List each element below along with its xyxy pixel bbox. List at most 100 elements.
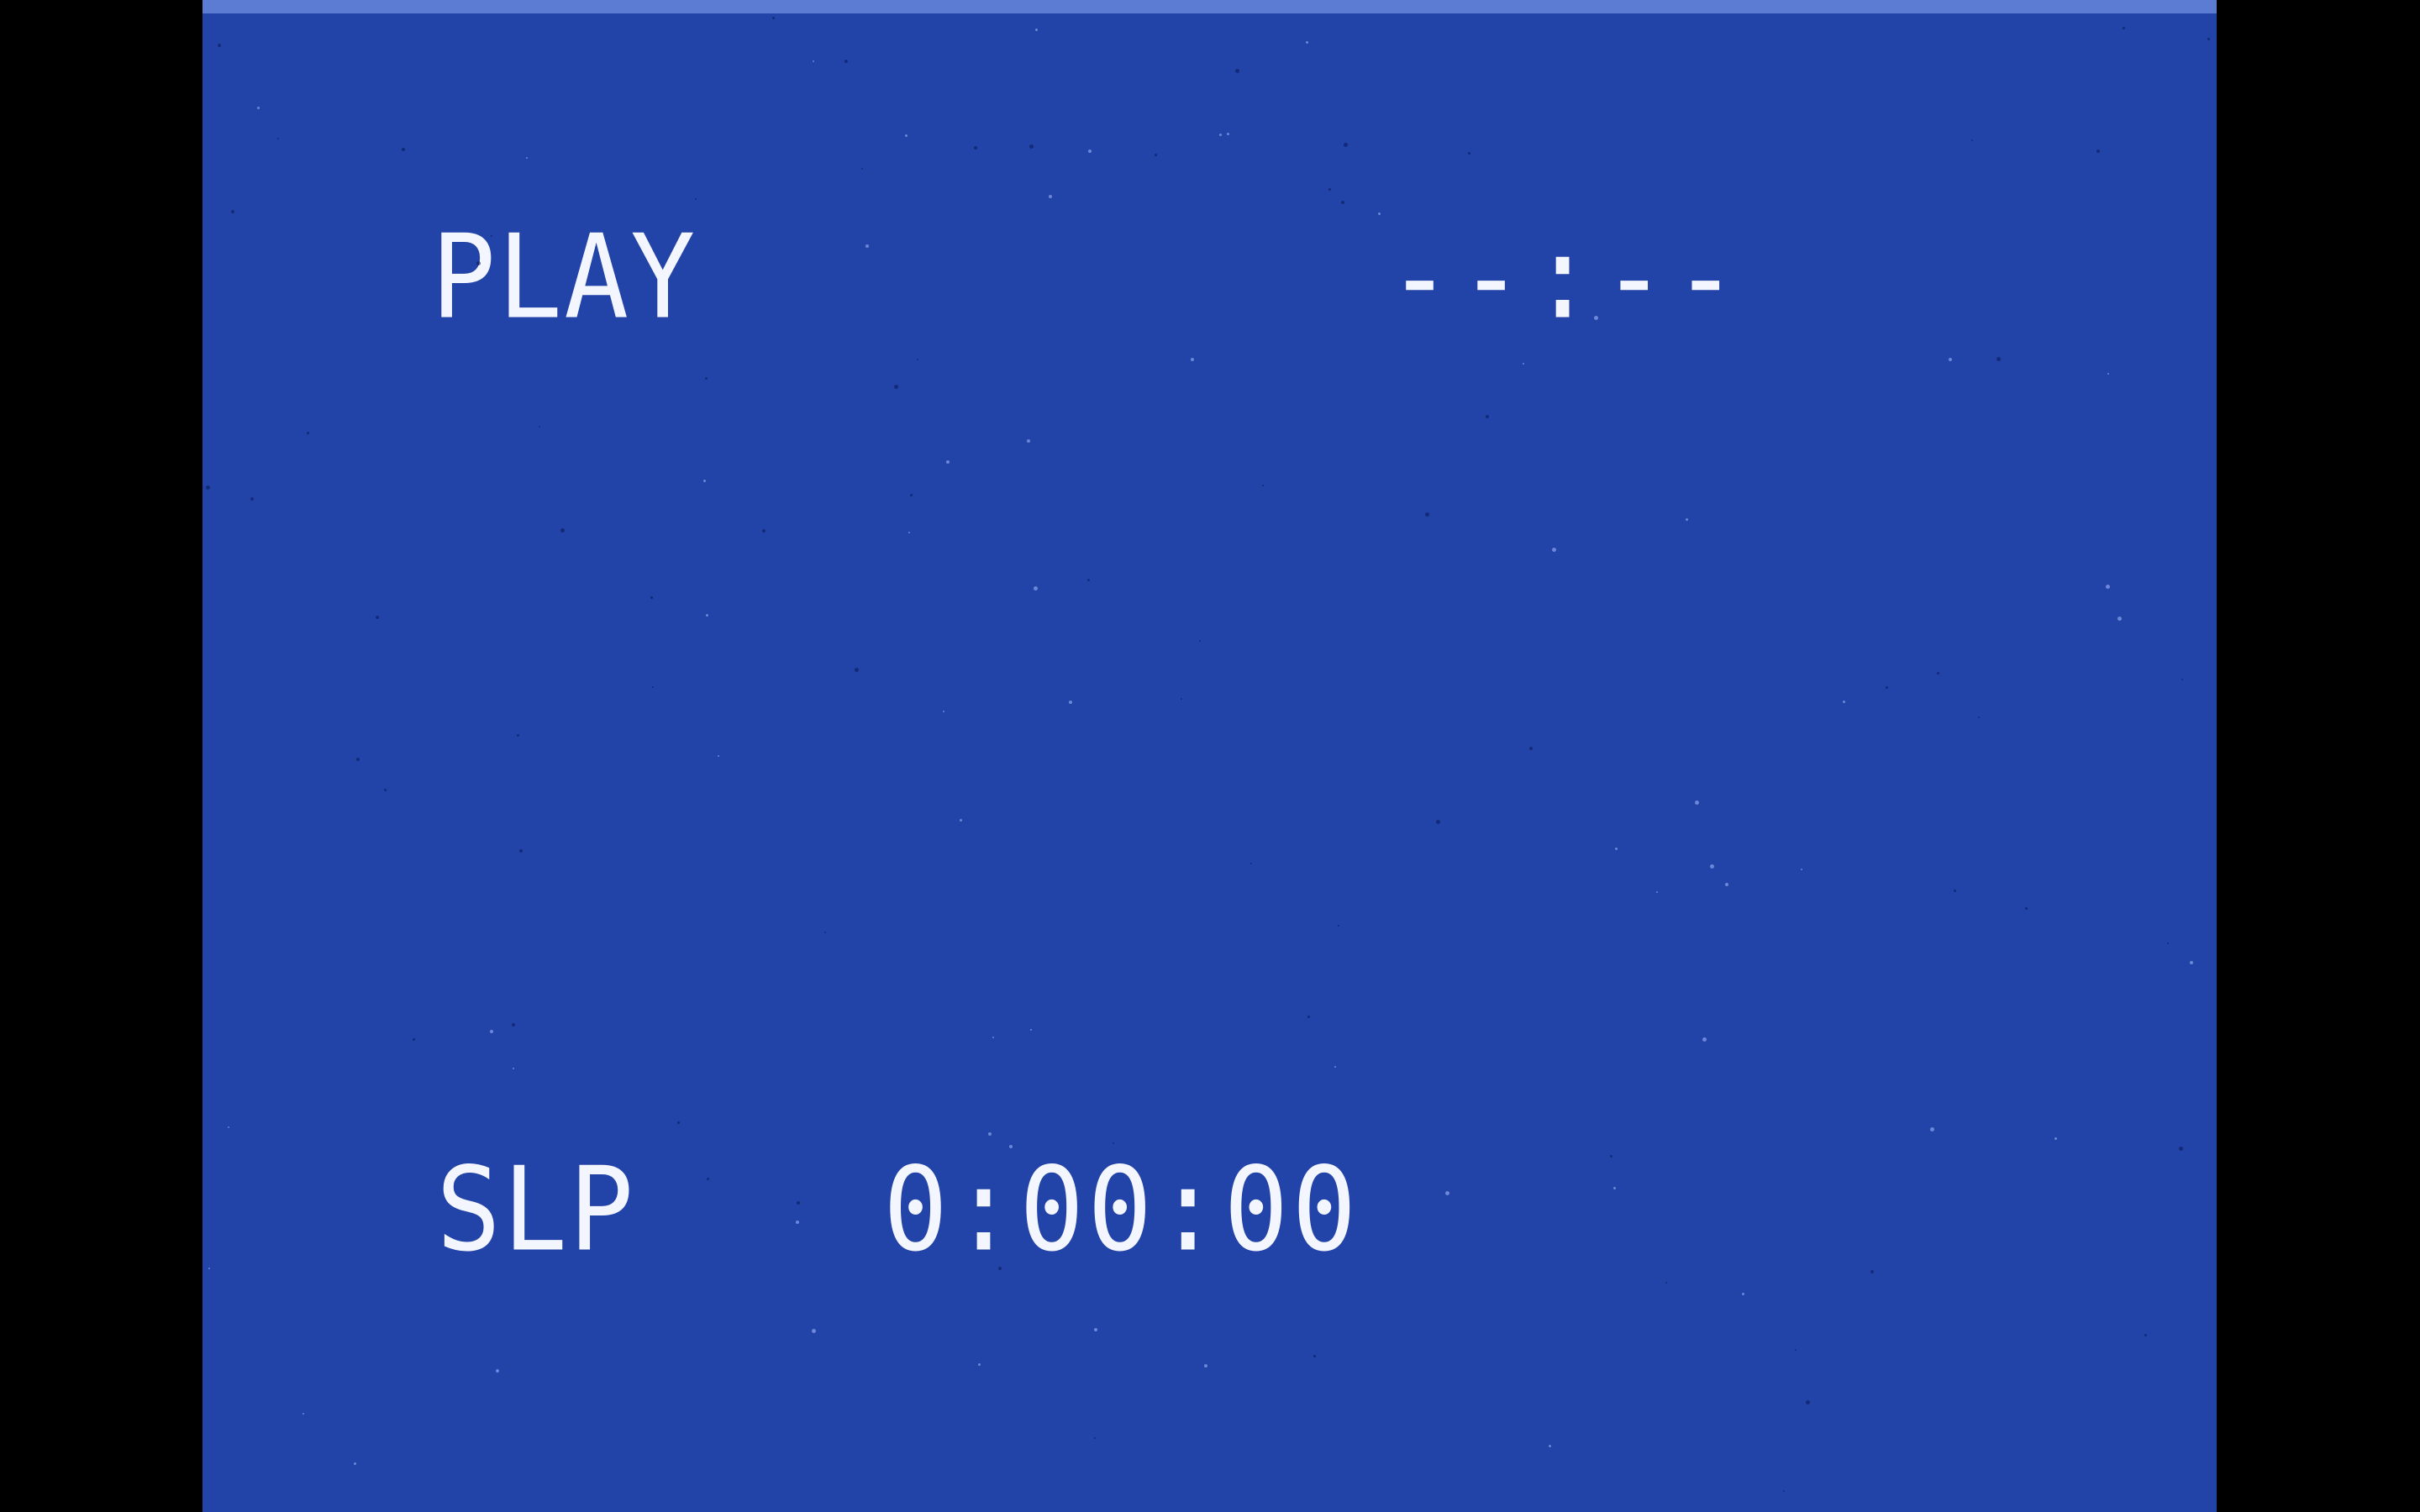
noise-speck xyxy=(1334,1066,1336,1068)
noise-speck xyxy=(354,1462,356,1465)
noise-speck xyxy=(1615,848,1618,850)
clock-display: --:-- xyxy=(1387,210,1745,346)
noise-speck xyxy=(1843,701,1845,703)
noise-speck xyxy=(2106,585,2110,589)
noise-speck xyxy=(677,1121,680,1124)
noise-speck xyxy=(1610,1155,1612,1158)
noise-speck xyxy=(650,596,653,599)
noise-speck xyxy=(560,528,565,533)
noise-speck xyxy=(1552,548,1556,552)
noise-speck xyxy=(413,1038,415,1041)
noise-speck xyxy=(490,1030,493,1033)
noise-speck xyxy=(1971,139,1973,141)
noise-speck xyxy=(376,616,379,619)
noise-speck xyxy=(1328,188,1331,191)
noise-speck xyxy=(1801,869,1802,870)
noise-speck xyxy=(813,60,814,62)
noise-speck xyxy=(250,497,254,501)
noise-speck xyxy=(1613,1187,1616,1189)
noise-speck xyxy=(1425,512,1429,517)
noise-speck xyxy=(1030,1029,1032,1031)
noise-speck xyxy=(1113,1142,1114,1144)
noise-speck xyxy=(356,758,360,761)
noise-speck xyxy=(1725,883,1728,886)
noise-speck xyxy=(992,1037,994,1038)
noise-speck xyxy=(476,261,481,265)
noise-speck xyxy=(1219,134,1222,136)
noise-speck xyxy=(1035,29,1038,31)
noise-speck xyxy=(1262,485,1264,486)
noise-speck xyxy=(2207,38,2210,40)
noise-speck xyxy=(1227,133,1229,135)
noise-speck xyxy=(706,614,708,617)
noise-speck xyxy=(277,138,279,139)
noise-speck xyxy=(1665,1282,1667,1284)
letterbox-frame: PLAY --:-- SLP 0:00:00 xyxy=(0,0,2420,1512)
noise-speck xyxy=(384,789,387,791)
noise-speck xyxy=(1027,439,1030,443)
noise-speck xyxy=(844,60,848,63)
noise-speck xyxy=(695,198,697,200)
tape-speed-label: SLP xyxy=(436,1142,636,1278)
noise-speck xyxy=(855,668,859,672)
noise-speck xyxy=(1978,717,1980,718)
noise-speck xyxy=(2181,679,2183,680)
noise-speck xyxy=(974,146,977,150)
noise-speck xyxy=(539,426,540,428)
noise-speck xyxy=(526,157,528,159)
noise-speck xyxy=(307,432,309,434)
noise-speck xyxy=(1656,891,1658,893)
noise-speck xyxy=(861,168,863,170)
vhs-playback-screen: PLAY --:-- SLP 0:00:00 xyxy=(203,0,2217,1512)
noise-speck xyxy=(908,532,910,533)
noise-speck xyxy=(1250,863,1252,864)
noise-speck xyxy=(1307,1016,1310,1018)
noise-speck xyxy=(796,1221,799,1224)
noise-speck xyxy=(1468,152,1470,155)
noise-speck xyxy=(1886,686,1888,689)
noise-speck xyxy=(1155,154,1157,156)
noise-speck xyxy=(1594,316,1598,320)
noise-speck xyxy=(1870,1270,1874,1273)
noise-speck xyxy=(228,1126,229,1128)
noise-speck xyxy=(703,480,706,482)
noise-speck xyxy=(2123,27,2125,29)
noise-speck xyxy=(1996,357,2001,361)
noise-speck xyxy=(1191,358,1194,361)
noise-speck xyxy=(2096,150,2100,153)
noise-speck xyxy=(402,148,405,151)
noise-speck xyxy=(652,686,654,688)
noise-speck xyxy=(1742,1293,1744,1295)
noise-speck xyxy=(2144,1334,2147,1336)
noise-speck xyxy=(2107,373,2109,375)
noise-speck xyxy=(1094,1328,1097,1331)
noise-speck xyxy=(1087,579,1090,581)
noise-speck xyxy=(519,849,523,853)
noise-speck xyxy=(1313,1355,1316,1357)
noise-speck xyxy=(946,460,950,464)
noise-speck xyxy=(491,235,492,237)
noise-speck xyxy=(812,1329,816,1333)
noise-speck xyxy=(917,359,918,360)
noise-speck xyxy=(1378,213,1381,215)
noise-speck xyxy=(2190,961,2193,964)
noise-speck xyxy=(1049,195,1052,198)
noise-speck xyxy=(905,134,908,137)
noise-speck xyxy=(1181,698,1182,700)
noise-speck xyxy=(1341,201,1344,204)
noise-speck xyxy=(1486,415,1489,418)
tape-counter: 0:00:00 xyxy=(883,1142,1360,1278)
noise-speck xyxy=(218,44,221,47)
noise-speck xyxy=(1686,518,1688,521)
noise-speck xyxy=(772,17,775,19)
noise-speck xyxy=(513,1068,514,1069)
noise-speck xyxy=(1344,143,1348,147)
noise-speck xyxy=(1306,41,1308,44)
noise-speck xyxy=(1088,150,1092,153)
noise-speck xyxy=(1930,1127,1934,1131)
noise-speck xyxy=(1710,864,1714,869)
noise-speck xyxy=(865,244,869,248)
noise-speck xyxy=(1795,1349,1797,1351)
noise-speck xyxy=(1549,1445,1551,1447)
noise-speck xyxy=(1338,925,1339,927)
